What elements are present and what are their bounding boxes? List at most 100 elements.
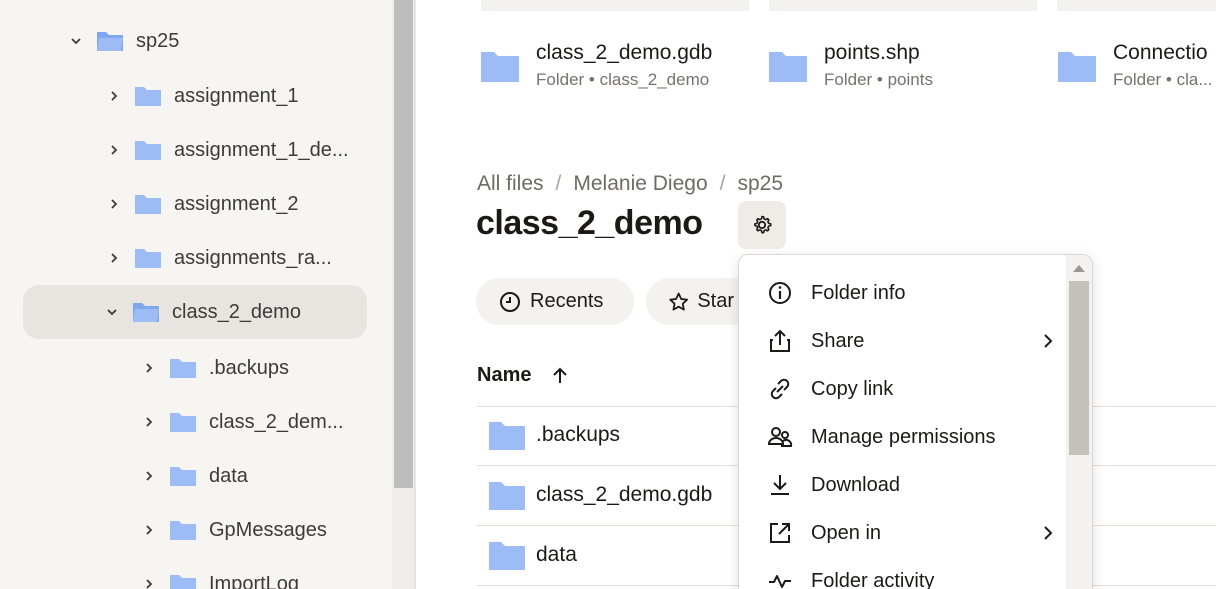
menu-item-folder-activity[interactable]: Folder activity bbox=[767, 561, 1057, 589]
chevron-right-icon[interactable] bbox=[106, 196, 122, 212]
chevron-right-icon[interactable] bbox=[141, 360, 157, 376]
tree-item-label: ImportLog bbox=[209, 572, 300, 589]
tree-item-class-2-demo-gdb[interactable]: class_2_dem... bbox=[141, 395, 344, 449]
menu-scrollbar[interactable] bbox=[1066, 255, 1092, 589]
menu-item-folder-info[interactable]: Folder info bbox=[767, 273, 1057, 313]
folder-icon bbox=[134, 138, 162, 162]
activity-icon bbox=[767, 568, 793, 589]
tree-item-label: class_2_dem... bbox=[209, 410, 344, 433]
chevron-right-icon[interactable] bbox=[106, 88, 122, 104]
breadcrumb-item[interactable]: sp25 bbox=[737, 172, 783, 196]
breadcrumb-item[interactable]: All files bbox=[477, 172, 544, 196]
row-name[interactable]: data bbox=[536, 543, 577, 567]
folder-icon bbox=[169, 572, 197, 589]
divider bbox=[414, 0, 416, 589]
chevron-down-icon[interactable] bbox=[68, 33, 84, 49]
folder-icon bbox=[1057, 48, 1097, 84]
card-name: class_2_demo.gdb bbox=[536, 41, 713, 64]
tree-item-assignment-1[interactable]: assignment_1 bbox=[106, 69, 299, 123]
table-row[interactable]: class_2_demo.gdb bbox=[488, 479, 712, 511]
tree-item-label: sp25 bbox=[136, 29, 180, 52]
card-name: points.shp bbox=[824, 41, 920, 64]
tree-item-class-2-demo[interactable]: class_2_demo bbox=[23, 285, 367, 339]
gear-icon bbox=[754, 215, 772, 234]
menu-item-label: Folder activity bbox=[811, 569, 935, 589]
chevron-down-icon[interactable] bbox=[104, 304, 120, 320]
breadcrumb: All files / Melanie Diego / sp25 bbox=[477, 172, 783, 196]
folder-open-icon bbox=[132, 300, 160, 324]
folder-icon bbox=[134, 192, 162, 216]
row-name[interactable]: .backups bbox=[536, 423, 620, 447]
scrollbar-thumb[interactable] bbox=[1069, 281, 1089, 455]
menu-item-share[interactable]: Share bbox=[767, 321, 1057, 361]
card-meta: Folder • cla... bbox=[1113, 70, 1213, 89]
sidebar-scrollbar[interactable] bbox=[392, 0, 414, 589]
menu-item-label: Folder info bbox=[811, 281, 906, 304]
tree-item-label: assignment_1_de... bbox=[174, 138, 349, 161]
folder-settings-button[interactable] bbox=[738, 201, 786, 249]
tree-item-sp25[interactable]: sp25 bbox=[68, 14, 179, 68]
menu-item-copy-link[interactable]: Copy link bbox=[767, 369, 1057, 409]
card-preview[interactable] bbox=[1057, 0, 1216, 11]
scroll-up-arrow-icon[interactable] bbox=[1073, 265, 1085, 272]
suggested-card[interactable]: class_2_demo.gdb Folder • class_2_demo bbox=[480, 40, 712, 94]
folder-icon bbox=[489, 482, 525, 510]
star-icon bbox=[669, 292, 688, 311]
breadcrumb-separator: / bbox=[719, 172, 726, 195]
tree-item-label: GpMessages bbox=[209, 518, 327, 541]
folder-icon bbox=[489, 542, 525, 570]
folder-open-icon bbox=[96, 29, 124, 53]
folder-icon bbox=[489, 422, 525, 450]
sort-arrow-up-icon[interactable] bbox=[551, 367, 569, 385]
suggested-card[interactable]: points.shp Folder • points bbox=[768, 40, 933, 94]
page-title: class_2_demo bbox=[476, 204, 703, 242]
tree-item-label: assignments_ra... bbox=[174, 246, 332, 269]
link-icon bbox=[767, 376, 793, 402]
row-name[interactable]: class_2_demo.gdb bbox=[536, 483, 712, 507]
sidebar: sp25 assignment_1 assignment_1_de... ass… bbox=[0, 0, 392, 589]
chevron-right-icon bbox=[1044, 334, 1053, 348]
tree-item-assignments-raw[interactable]: assignments_ra... bbox=[106, 231, 332, 285]
chevron-right-icon[interactable] bbox=[106, 250, 122, 266]
menu-item-label: Manage permissions bbox=[811, 425, 996, 448]
name-column-header[interactable]: Name bbox=[477, 364, 569, 387]
menu-item-open-in[interactable]: Open in bbox=[767, 513, 1057, 553]
recents-filter[interactable]: Recents bbox=[476, 278, 634, 325]
breadcrumb-item[interactable]: Melanie Diego bbox=[573, 172, 707, 196]
download-icon bbox=[767, 472, 793, 498]
open-in-icon bbox=[767, 520, 793, 546]
chevron-right-icon[interactable] bbox=[141, 414, 157, 430]
card-preview[interactable] bbox=[769, 0, 1037, 11]
table-row[interactable]: .backups bbox=[488, 419, 620, 451]
table-row[interactable]: data bbox=[488, 539, 577, 571]
chevron-right-icon[interactable] bbox=[106, 142, 122, 158]
tree-item-gpmessages[interactable]: GpMessages bbox=[141, 503, 327, 557]
tree-item-importlog[interactable]: ImportLog bbox=[141, 557, 299, 589]
tree-item-backups[interactable]: .backups bbox=[141, 341, 289, 395]
share-icon bbox=[767, 328, 793, 354]
chevron-right-icon[interactable] bbox=[141, 576, 157, 589]
menu-item-label: Share bbox=[811, 329, 865, 352]
folder-icon bbox=[134, 84, 162, 108]
folder-icon bbox=[169, 356, 197, 380]
tree-item-assignment-2[interactable]: assignment_2 bbox=[106, 177, 299, 231]
card-name: Connectio bbox=[1113, 41, 1208, 64]
tree-item-label: assignment_1 bbox=[174, 84, 299, 107]
chip-label: Recents bbox=[530, 290, 604, 312]
card-meta: Folder • points bbox=[824, 70, 933, 89]
menu-item-manage-permissions[interactable]: Manage permissions bbox=[767, 417, 1057, 457]
folder-context-menu: Folder info Share Copy link Manage permi… bbox=[738, 254, 1093, 589]
clock-icon bbox=[500, 291, 520, 312]
tree-item-assignment-1-demo[interactable]: assignment_1_de... bbox=[106, 123, 349, 177]
chevron-right-icon[interactable] bbox=[141, 468, 157, 484]
breadcrumb-separator: / bbox=[555, 172, 562, 195]
suggested-card[interactable]: Connectio Folder • cla... bbox=[1057, 40, 1213, 94]
card-preview[interactable] bbox=[481, 0, 749, 11]
menu-item-label: Open in bbox=[811, 521, 882, 544]
menu-item-download[interactable]: Download bbox=[767, 465, 1057, 505]
chevron-right-icon[interactable] bbox=[141, 522, 157, 538]
tree-item-data[interactable]: data bbox=[141, 449, 248, 503]
folder-icon bbox=[169, 518, 197, 542]
scrollbar-thumb[interactable] bbox=[394, 0, 413, 488]
people-icon bbox=[767, 424, 793, 450]
